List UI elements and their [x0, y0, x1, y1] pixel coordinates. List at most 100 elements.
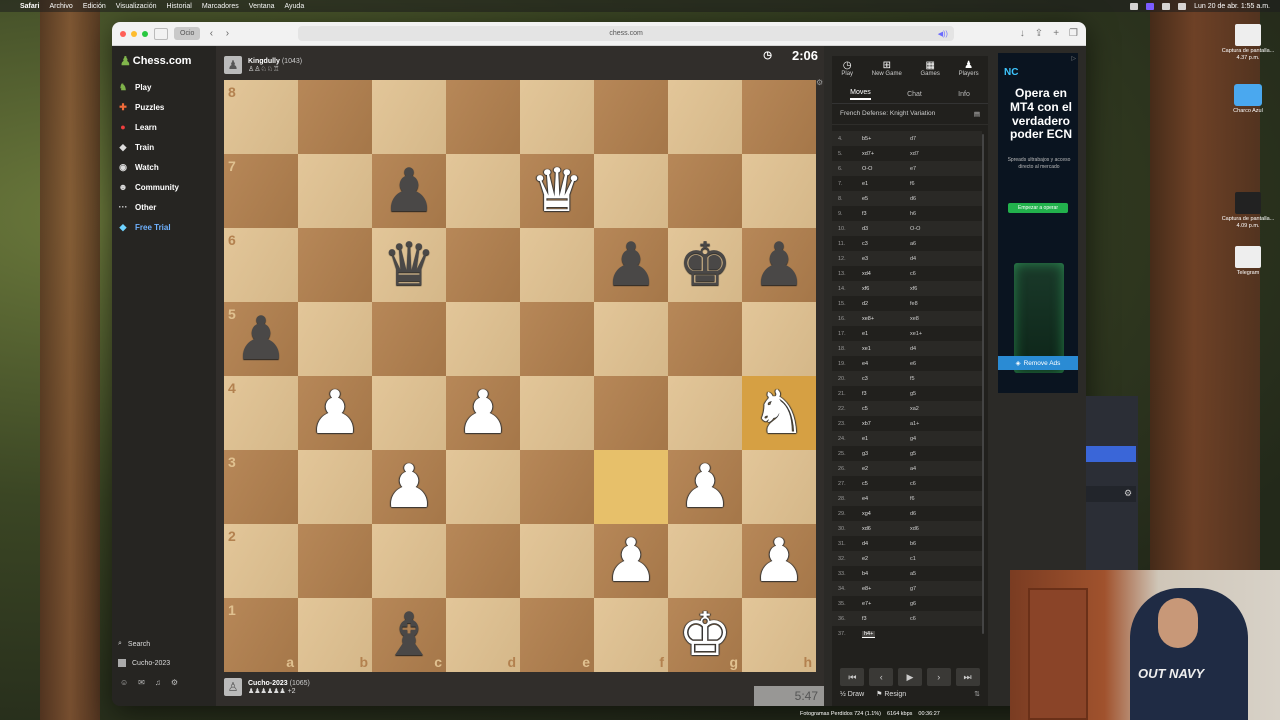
white-pawn-icon[interactable]: ♟	[446, 376, 520, 450]
move-list[interactable]: 4. b5+ d7 5. xd7+ xd7 6. O-O e7 7. e1 f6 8. e5 d6 9. f3 h…	[832, 131, 982, 641]
white-queen-icon[interactable]: ♛	[520, 154, 594, 228]
black-move[interactable]: d4	[906, 256, 954, 262]
square-h7[interactable]	[742, 154, 816, 228]
black-bishop-icon[interactable]: ♝	[372, 598, 446, 672]
sidebar-item-watch[interactable]: ◉ Watch	[118, 162, 159, 173]
menubar-item-marcadores[interactable]: Marcadores	[202, 3, 239, 10]
black-move[interactable]: g5	[906, 391, 954, 397]
square-a8[interactable]: 8	[224, 80, 298, 154]
desktop-icon-screenshot-2[interactable]: Captura de pantalla... 4.09 p.m.	[1220, 192, 1276, 230]
player-avatar[interactable]: ♙	[224, 678, 242, 696]
square-g3[interactable]: ♟	[668, 450, 742, 524]
menubar-item-ventana[interactable]: Ventana	[249, 3, 275, 10]
menubar-item-edicion[interactable]: Edición	[83, 3, 106, 10]
sidebar-item-learn[interactable]: ● Learn	[118, 122, 157, 132]
square-c3[interactable]: ♟	[372, 450, 446, 524]
sidebar-item-puzzles[interactable]: ✚ Puzzles	[118, 102, 164, 113]
white-pawn-icon[interactable]: ♟	[298, 376, 372, 450]
square-b7[interactable]	[298, 154, 372, 228]
player-name-block[interactable]: Cucho-2023 (1065)	[248, 680, 310, 687]
black-move[interactable]: a1+	[906, 421, 954, 427]
white-pawn-icon[interactable]: ♟	[372, 450, 446, 524]
sidebar-item-community[interactable]: ☻ Community	[118, 182, 179, 192]
black-move[interactable]: xa2	[906, 406, 954, 412]
square-c7[interactable]: ♟	[372, 154, 446, 228]
ad-close-icon[interactable]: ▷	[1071, 55, 1076, 62]
square-b8[interactable]	[298, 80, 372, 154]
menubar-clock[interactable]: Lun 20 de abr. 1:55 a.m.	[1194, 3, 1270, 10]
black-move[interactable]: e6	[906, 361, 954, 367]
white-move[interactable]: xe8+	[858, 316, 906, 322]
square-h1[interactable]: h	[742, 598, 816, 672]
black-move[interactable]: h6	[906, 211, 954, 217]
white-knight-icon[interactable]: ♞	[742, 376, 816, 450]
square-e2[interactable]	[520, 524, 594, 598]
play-moves-icon[interactable]: ▶	[897, 668, 922, 686]
black-move[interactable]: d4	[906, 346, 954, 352]
settings-gear-icon[interactable]: ⚙	[171, 678, 178, 687]
square-e3[interactable]	[520, 450, 594, 524]
menubar-item-historial[interactable]: Historial	[167, 3, 192, 10]
white-move[interactable]: e4	[858, 496, 906, 502]
square-c2[interactable]	[372, 524, 446, 598]
black-pawn-icon[interactable]: ♟	[224, 302, 298, 376]
opponent-name-block[interactable]: Kingdully (1043)	[248, 58, 302, 65]
streaming-selected-row[interactable]	[1086, 446, 1136, 462]
white-move[interactable]: e2	[858, 556, 906, 562]
square-c8[interactable]	[372, 80, 446, 154]
square-g6[interactable]: ♚	[668, 228, 742, 302]
black-move[interactable]: O-O	[906, 226, 954, 232]
white-move[interactable]: xf6	[858, 286, 906, 292]
white-move[interactable]: c5	[858, 406, 906, 412]
new-tab-icon[interactable]: +	[1053, 28, 1059, 39]
white-king-icon[interactable]: ♚	[668, 598, 742, 672]
square-a6[interactable]: 6	[224, 228, 298, 302]
notifications-bell-icon[interactable]: ♫	[155, 678, 161, 687]
black-pawn-icon[interactable]: ♟	[742, 228, 816, 302]
tab-play[interactable]: ◷ Play	[841, 60, 853, 82]
black-move[interactable]: a5	[906, 571, 954, 577]
white-move[interactable]: e5	[858, 196, 906, 202]
sidebar-item-train[interactable]: ◆ Train	[118, 142, 155, 153]
black-move[interactable]: f5	[906, 376, 954, 382]
square-h3[interactable]	[742, 450, 816, 524]
screen-recording-icon[interactable]	[1146, 2, 1155, 10]
status-icon[interactable]	[1130, 2, 1139, 10]
last-move-icon[interactable]: ⏭	[955, 668, 980, 686]
black-move[interactable]: d7	[906, 136, 954, 142]
desktop-icon-telegram[interactable]: Telegram	[1220, 246, 1276, 277]
menubar-item-ayuda[interactable]: Ayuda	[284, 3, 304, 10]
square-e4[interactable]	[520, 376, 594, 450]
battery-icon[interactable]	[1178, 2, 1187, 10]
board-settings-icon[interactable]: ⚙	[816, 78, 823, 87]
square-a1[interactable]: 1a	[224, 598, 298, 672]
square-c4[interactable]	[372, 376, 446, 450]
square-b1[interactable]: b	[298, 598, 372, 672]
white-move[interactable]: e2	[858, 466, 906, 472]
square-b5[interactable]	[298, 302, 372, 376]
advertisement[interactable]: ▷ NC Opera en MT4 con el verdadero poder…	[998, 53, 1078, 393]
opponent-avatar[interactable]: ♟	[224, 56, 242, 74]
sidebar-toggle-icon[interactable]	[154, 27, 168, 40]
white-move[interactable]: xg4	[858, 511, 906, 517]
black-move[interactable]: c6	[906, 616, 954, 622]
draw-button[interactable]: ½ Draw	[840, 691, 864, 698]
square-f6[interactable]: ♟	[594, 228, 668, 302]
first-move-icon[interactable]: ⏮	[840, 668, 865, 686]
square-c1[interactable]: c ♝	[372, 598, 446, 672]
square-d8[interactable]	[446, 80, 520, 154]
black-move[interactable]: g4	[906, 436, 954, 442]
menubar-item-archivo[interactable]: Archivo	[49, 3, 72, 10]
black-move[interactable]: g6	[906, 601, 954, 607]
black-move[interactable]: c1	[906, 556, 954, 562]
square-c5[interactable]	[372, 302, 446, 376]
white-move[interactable]: f3	[858, 616, 906, 622]
square-d4[interactable]: ♟	[446, 376, 520, 450]
white-move[interactable]: c3	[858, 376, 906, 382]
sidebar-item-other[interactable]: ··· Other	[118, 202, 157, 212]
square-h6[interactable]: ♟	[742, 228, 816, 302]
black-move[interactable]: xd6	[906, 526, 954, 532]
chess-logo[interactable]: ♟ Chess.com	[120, 54, 191, 68]
square-a4[interactable]: 4	[224, 376, 298, 450]
white-move[interactable]: d2	[858, 301, 906, 307]
